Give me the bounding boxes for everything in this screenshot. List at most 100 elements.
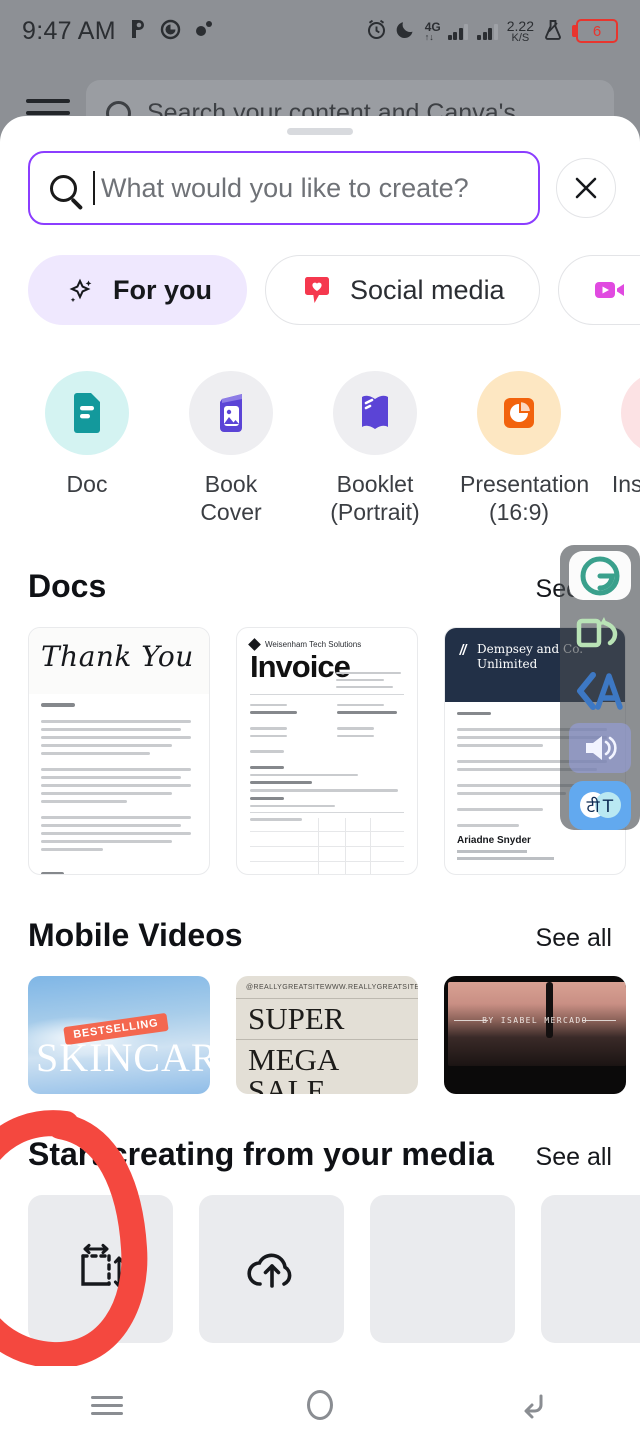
thank-you-body (29, 694, 209, 875)
speaker-icon (586, 735, 617, 760)
media-placeholder-slot[interactable] (541, 1195, 640, 1344)
back-icon (524, 1394, 543, 1419)
recents-button[interactable] (47, 1377, 167, 1433)
p-icon (128, 18, 148, 44)
create-bottom-sheet: What would you like to create? For you S… (0, 116, 640, 1377)
see-all-your-media[interactable]: See all (536, 1143, 612, 1172)
booklet-icon (362, 395, 388, 429)
category-filter-chips: For you Social media V (0, 225, 640, 325)
category-circle (189, 371, 273, 455)
chip-for-you[interactable]: For you (28, 255, 247, 325)
docs-template-row[interactable]: Thank You Weisenham Tech Solutions Invoi… (0, 605, 640, 876)
search-icon (50, 174, 77, 202)
flask-icon (543, 19, 563, 44)
beach-credit: BY ISABEL MERCADO (482, 1016, 588, 1026)
android-nav-bar (0, 1377, 640, 1433)
sparkle-icon (63, 273, 97, 307)
battery-percent: 6 (592, 22, 602, 40)
upload-media-slot[interactable] (199, 1195, 344, 1344)
home-button[interactable] (260, 1377, 380, 1433)
template-card-beach-video[interactable]: BY ISABEL MERCADO (444, 976, 626, 1095)
chip-social-media[interactable]: Social media (265, 255, 540, 325)
phone-screen: 9:47 AM 4G ↑↓ 2.22 K/S 6 Search your con… (0, 0, 640, 1433)
search-row: What would you like to create? (0, 135, 640, 225)
mobile-videos-row[interactable]: BESTSELLING SKINCARE @REALLYGREATSITE WW… (0, 954, 640, 1095)
moon-icon (396, 19, 416, 43)
category-circle (477, 371, 561, 455)
thank-you-header: Thank You (29, 628, 209, 695)
section-header-your-media: Start creating from your media See all (0, 1136, 640, 1173)
invoice-brand-row: Weisenham Tech Solutions (248, 638, 404, 652)
see-all-mobile-videos[interactable]: See all (536, 924, 612, 953)
mega-sale-meta: @REALLYGREATSITE WWW.REALLYGREATSITE.COM (236, 976, 418, 991)
signal-icon (447, 23, 469, 40)
site-text: WWW.REALLYGREATSITE.COM (325, 984, 418, 992)
section-title: Docs (28, 568, 107, 605)
section-title: Mobile Videos (28, 917, 243, 954)
status-bar-right: 4G ↑↓ 2.22 K/S 6 (366, 19, 618, 44)
category-circle (45, 371, 129, 455)
back-button[interactable] (473, 1377, 593, 1433)
alarm-icon (366, 19, 387, 44)
category-presentation[interactable]: Presentation (16:9) (460, 371, 590, 526)
chip-label: For you (113, 274, 212, 305)
heart-pin-icon (300, 273, 334, 307)
invoice-table (250, 812, 404, 875)
invoice-body: Weisenham Tech Solutions Invoice (237, 628, 417, 875)
category-label: Instagram Post (611, 471, 640, 525)
target-icon (160, 19, 181, 44)
status-bar: 9:47 AM 4G ↑↓ 2.22 K/S 6 (0, 0, 640, 62)
search-input[interactable]: What would you like to create? (28, 151, 540, 225)
mega-sale-line1: SUPER (248, 1001, 345, 1037)
pie-chart-icon (504, 398, 534, 428)
category-doc[interactable]: Doc (28, 371, 146, 526)
category-instagram-post[interactable]: Instagram Post (604, 371, 640, 526)
handle-text: @REALLYGREATSITE (246, 984, 325, 992)
translate-tile[interactable]: टी T (569, 780, 631, 831)
image-card-icon (220, 394, 242, 432)
network-speed-value: 2.22 (506, 17, 534, 34)
invoice-brand: Weisenham Tech Solutions (265, 640, 362, 650)
close-sheet-button[interactable] (556, 158, 616, 218)
section-header-mobile-videos: Mobile Videos See all (0, 917, 640, 954)
mega-sale-line2: MEGA SALE (248, 1042, 338, 1095)
dempsey-signature: Ariadne Snyder (457, 835, 531, 847)
custom-size-slot[interactable] (28, 1195, 173, 1344)
floating-tool-panel[interactable]: टी T (560, 545, 640, 831)
custom-size-icon (80, 1244, 124, 1288)
chip-video[interactable]: V (557, 255, 640, 325)
silhouette-figure (545, 982, 553, 1039)
home-icon (306, 1390, 333, 1420)
category-label: Doc (66, 471, 108, 497)
template-card-invoice[interactable]: Weisenham Tech Solutions Invoice (236, 627, 418, 876)
closing-line (41, 872, 65, 875)
rotate-screen-icon (576, 617, 618, 648)
grammarly-tile[interactable] (569, 551, 631, 601)
category-book-cover[interactable]: Book Cover (172, 371, 290, 526)
skincare-title: SKINCARE (36, 1035, 210, 1081)
section-header-docs: Docs See all (0, 568, 640, 605)
category-label: Presentation (16:9) (460, 471, 590, 525)
translate-icon: टी T (580, 792, 621, 819)
template-card-skincare-video[interactable]: BESTSELLING SKINCARE (28, 976, 210, 1095)
design-type-list: Doc Book Cover Booklet (Portrait) Presen… (0, 325, 640, 526)
template-card-mega-sale-video[interactable]: @REALLYGREATSITE WWW.REALLYGREATSITE.COM… (236, 976, 418, 1095)
video-camera-icon (593, 273, 627, 307)
section-title: Start creating from your media (28, 1136, 494, 1173)
sheet-drag-handle[interactable] (287, 128, 353, 135)
category-booklet-portrait[interactable]: Booklet (Portrait) (316, 371, 434, 526)
text-caret (93, 171, 95, 205)
status-bar-clock: 9:47 AM (22, 16, 116, 45)
invoice-address (336, 672, 404, 693)
accessibility-tile[interactable] (569, 666, 631, 715)
your-media-row[interactable] (0, 1173, 640, 1344)
accessibility-a-icon (577, 671, 623, 710)
media-placeholder-slot[interactable] (370, 1195, 515, 1344)
rotate-tile[interactable] (569, 608, 631, 657)
volume-tile[interactable] (569, 723, 631, 773)
chip-label: Social media (350, 274, 505, 305)
template-card-thank-you[interactable]: Thank You (28, 627, 210, 876)
document-icon (74, 393, 100, 433)
svg-text:टी: टी (587, 796, 601, 817)
category-label: Booklet (Portrait) (330, 471, 420, 525)
